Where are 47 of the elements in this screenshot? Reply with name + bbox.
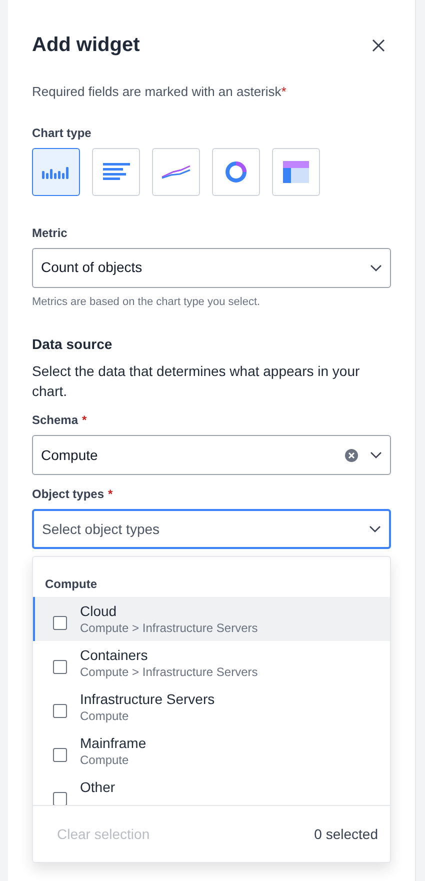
clear-icon[interactable] [345,448,358,462]
option-name: Containers [80,646,149,664]
checkbox[interactable] [53,748,67,762]
chevron-down-icon [369,525,381,533]
selected-count: 0 selected [314,824,378,844]
option-path: Compute > Infrastructure Servers [80,620,258,636]
checkbox[interactable] [53,704,67,718]
chevron-down-icon [370,264,382,272]
field-label: Object types [32,486,104,503]
metric-select[interactable]: Count of objects [32,248,391,288]
field-label: Metric [32,224,68,242]
option-item[interactable]: Infrastructure Servers Compute [33,685,390,729]
bar-chart-icon [102,163,130,180]
donut-chart-icon [225,160,247,182]
object-types-input[interactable]: Select object types [42,518,369,540]
chart-type-button[interactable] [32,148,80,196]
required-asterisk: * [108,486,113,503]
option-item[interactable]: Containers Compute > Infrastructure Servers [33,641,390,685]
option-path: Compute [80,752,130,768]
checkbox[interactable] [53,792,67,805]
checkbox[interactable] [53,616,67,630]
option-name: Cloud [80,602,118,620]
option-item[interactable]: Mainframe Compute [33,729,390,773]
section-description: Select the data that determines what appears in your chart. [32,362,361,401]
line-chart-icon [161,164,191,178]
table-chart-icon [283,160,309,182]
option-name: Infrastructure Servers [80,690,215,708]
field-label: Schema [32,412,78,429]
schema-select[interactable]: Compute [32,435,391,475]
option-item[interactable]: Other [33,773,390,805]
option-name: Mainframe [80,734,146,752]
help-text: Metrics are based on the chart type you select. [32,294,262,310]
required-note: Required fields are marked with an asterisk* [32,83,288,101]
option-item[interactable]: Cloud Compute > Infrastructure Servers [33,597,390,641]
required-asterisk: * [82,412,87,429]
option-path: Compute [80,708,130,724]
option-path: Compute > Infrastructure Servers [80,664,258,680]
option-name: Other [80,778,116,796]
section-heading: Data source [32,335,114,354]
object-types-select[interactable]: Select object types [32,509,391,549]
close-icon [372,38,385,52]
column-chart-icon [41,164,71,178]
chevron-down-icon [370,451,382,459]
group-header: Compute [44,576,98,593]
field-label: Chart type [32,124,92,142]
panel-title: Add widget [32,33,140,58]
checkbox[interactable] [53,660,67,674]
